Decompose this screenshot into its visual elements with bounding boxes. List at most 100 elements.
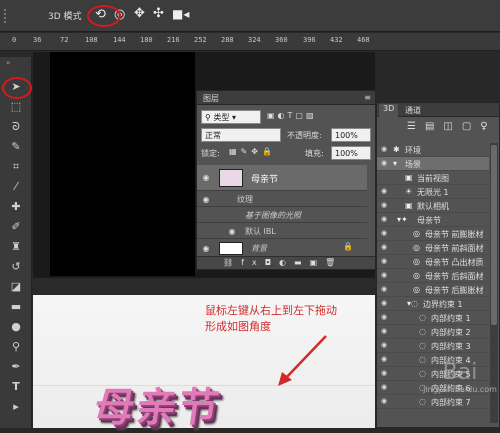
ruler-label: 216	[167, 36, 180, 44]
3d-item[interactable]: ◉ ☀ 无限光 1	[377, 185, 489, 199]
3d-item[interactable]: ◉ ◎ 母亲节 前斜面材	[377, 241, 489, 255]
eye-icon[interactable]: ◉	[201, 245, 211, 253]
filter-icons[interactable]: ▣◐T▢▨	[267, 111, 317, 120]
3d-item[interactable]: ◉ ◎ 母亲节 后膨胀材	[377, 283, 489, 297]
constraint-icon: ◌	[419, 313, 426, 322]
3d-panel-header: 3D 通道	[377, 103, 499, 117]
eyedropper-tool-icon[interactable]: ⁄	[8, 179, 24, 195]
eye-icon[interactable]: ◉	[381, 160, 389, 167]
3d-item[interactable]: ◉ ▾◌ 边界约束 1	[377, 297, 489, 311]
layer-row[interactable]: ◉ 默认 IBL	[197, 224, 367, 239]
layer-row[interactable]: ◉ 背景 🔒	[197, 240, 367, 257]
eye-icon[interactable]: ◉	[381, 286, 389, 293]
3d-item[interactable]: ◉ ◌ 内部约束 7	[377, 395, 489, 409]
light-icon: ☀	[405, 187, 413, 196]
fill-value: 100%	[335, 149, 358, 158]
panel-menu-icon[interactable]: ≡	[364, 93, 371, 102]
3d-item[interactable]: ◉ ◎ 母亲节 前膨胀材	[377, 227, 489, 241]
eye-icon[interactable]: ◉	[201, 174, 211, 182]
dodge-tool-icon[interactable]: ⚲	[8, 339, 24, 355]
document-canvas[interactable]	[50, 52, 195, 276]
ruler-label: 396	[303, 36, 316, 44]
3d-item[interactable]: ▣ 当前视图	[377, 171, 489, 185]
3d-item[interactable]: ◉ ▾ 场景	[377, 157, 489, 171]
history-brush-icon[interactable]: ↺	[8, 259, 24, 275]
eye-icon[interactable]: ◉	[381, 370, 389, 377]
blur-tool-icon[interactable]: ●	[8, 319, 24, 335]
eye-icon[interactable]: ◉	[381, 342, 389, 349]
3d-item[interactable]: ◉ ◎ 母亲节 凸出材质	[377, 255, 489, 269]
tab-layers[interactable]: 图层	[199, 93, 223, 104]
eye-icon[interactable]: ◉	[381, 328, 389, 335]
3d-item[interactable]: ◉ ◎ 母亲节 后斜面材	[377, 269, 489, 283]
gradient-tool-icon[interactable]: ▬	[8, 299, 24, 315]
layer-name: 母亲节	[251, 175, 279, 185]
tab-3d[interactable]: 3D	[379, 104, 399, 117]
ruler-label: 468	[357, 36, 370, 44]
eye-icon[interactable]: ◉	[201, 196, 211, 204]
3d-item-label: 母亲节 前膨胀材	[425, 230, 484, 239]
footer-icons[interactable]: ⛓fx◘◐▬▣🗑	[223, 258, 343, 267]
eye-icon[interactable]: ◉	[381, 202, 389, 209]
3d-item[interactable]: ◉ ▾✦ 母亲节	[377, 213, 489, 227]
3d-item[interactable]: ◉ ✱ 环境	[377, 143, 489, 157]
layer-row[interactable]: ◉ 母亲节	[197, 165, 367, 191]
3d-filter-icons[interactable]: ☰▤◫▢♀	[407, 121, 497, 132]
material-icon: ◎	[413, 271, 420, 280]
layer-name: 默认 IBL	[245, 227, 276, 236]
eye-icon[interactable]: ◉	[381, 300, 389, 307]
eye-icon[interactable]: ◉	[381, 188, 389, 195]
lock-label: 锁定:	[201, 149, 220, 158]
mode-label: 3D 模式	[48, 12, 82, 22]
type-tool-icon[interactable]: T	[8, 379, 24, 395]
healing-brush-icon[interactable]: ✚	[8, 199, 24, 215]
scale-3d-icon[interactable]: ■◂	[172, 7, 189, 21]
eye-icon[interactable]: ◉	[381, 258, 389, 265]
marquee-tool-icon[interactable]: ⬚	[8, 99, 24, 115]
eraser-tool-icon[interactable]: ◪	[8, 279, 24, 295]
3d-item[interactable]: ◉ ◌ 内部约束 3	[377, 339, 489, 353]
eye-icon[interactable]: ◉	[381, 356, 389, 363]
eye-icon[interactable]: ◉	[381, 230, 389, 237]
collapse-icon[interactable]: »	[6, 59, 10, 67]
lock-icons[interactable]: ▦✎✥🔒	[229, 147, 276, 156]
eye-icon[interactable]: ◉	[381, 314, 389, 321]
brush-tool-icon[interactable]: ✐	[8, 219, 24, 235]
layers-panel: 图层 ≡ ⚲ 类型 ▾ ▣◐T▢▨ 正常 不透明度: 100% 锁定: ▦✎✥🔒…	[196, 90, 376, 270]
crop-tool-icon[interactable]: ⌗	[8, 159, 24, 175]
eye-icon[interactable]: ◉	[227, 228, 237, 236]
path-select-icon[interactable]: ▸	[8, 399, 24, 415]
eye-icon[interactable]: ◉	[381, 398, 389, 405]
drag-3d-icon[interactable]: ✥	[134, 6, 145, 21]
slide-3d-icon[interactable]: ✣	[153, 6, 164, 21]
highlight-circle	[2, 77, 32, 99]
3d-text-object[interactable]: 母亲节	[91, 375, 225, 433]
blend-mode-select[interactable]: 正常	[201, 128, 281, 142]
layer-row[interactable]: ◉ 纹理	[197, 192, 367, 207]
eye-icon[interactable]: ◉	[381, 384, 389, 391]
tab-channels[interactable]: 通道	[401, 105, 425, 116]
opacity-input[interactable]: 100%	[331, 128, 371, 142]
3d-item[interactable]: ◉ ◌ 内部约束 2	[377, 325, 489, 339]
quick-select-tool-icon[interactable]: ✎	[8, 139, 24, 155]
3d-item-label: 内部约束 2	[431, 328, 471, 337]
fill-input[interactable]: 100%	[331, 146, 371, 160]
watermark-logo-icon: Bai	[442, 360, 478, 385]
3d-item[interactable]: ◉ ◌ 内部约束 1	[377, 311, 489, 325]
3d-item-label: 场景	[405, 160, 421, 169]
highlight-circle	[87, 5, 121, 27]
filter-kind-select[interactable]: ⚲ 类型 ▾	[201, 110, 261, 124]
layer-row[interactable]: 基于图像的光照	[197, 208, 367, 223]
3d-item-label: 母亲节 前斜面材	[425, 244, 484, 253]
eye-icon[interactable]: ◉	[381, 272, 389, 279]
ruler-label: 108	[85, 36, 98, 44]
lasso-tool-icon[interactable]: ᘐ	[8, 119, 24, 135]
scroll-thumb[interactable]	[491, 145, 497, 325]
pen-tool-icon[interactable]: ✒	[8, 359, 24, 375]
3d-item[interactable]: ◉ ▣ 默认相机	[377, 199, 489, 213]
eye-icon[interactable]: ◉	[381, 146, 389, 153]
eye-icon[interactable]: ◉	[381, 244, 389, 251]
constraint-icon: ▾◌	[407, 299, 418, 308]
eye-icon[interactable]: ◉	[381, 216, 389, 223]
clone-stamp-icon[interactable]: ♜	[8, 239, 24, 255]
